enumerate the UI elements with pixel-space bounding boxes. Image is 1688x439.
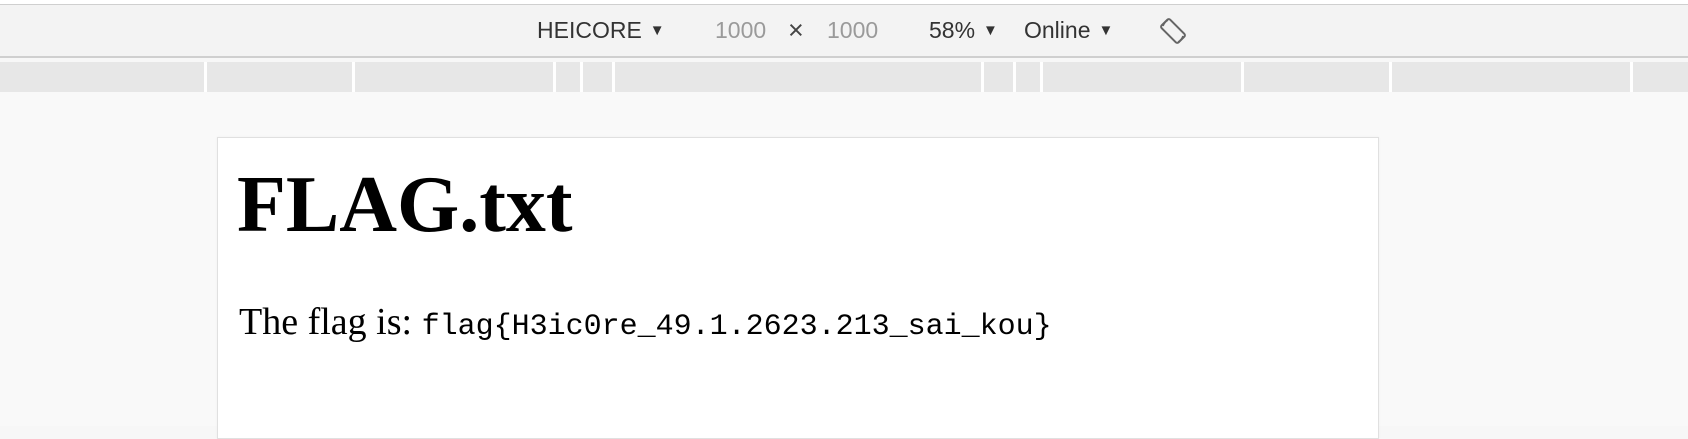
- dimension-times-icon: ×: [788, 15, 804, 45]
- network-throttle-select[interactable]: Online ▼: [1024, 5, 1113, 56]
- device-toolbar: HEICORE ▼ 1000 × 1000 58% ▼ Online ▼: [0, 5, 1688, 58]
- flag-line: The flag is: flag{H3ic0re_49.1.2623.213_…: [239, 300, 1052, 349]
- media-query-marker: [981, 62, 984, 92]
- media-query-marker: [1040, 62, 1043, 92]
- media-query-marker: [1241, 62, 1244, 92]
- zoom-select[interactable]: 58% ▼: [929, 5, 998, 56]
- flag-label: The flag is:: [239, 301, 422, 343]
- media-query-bar[interactable]: [0, 62, 1688, 92]
- zoom-label: 58%: [929, 17, 976, 43]
- network-label: Online: [1024, 17, 1091, 43]
- media-query-marker: [1630, 62, 1633, 92]
- viewport-height-input[interactable]: 1000: [827, 5, 878, 56]
- media-query-marker: [1389, 62, 1392, 92]
- media-query-marker: [1013, 62, 1016, 92]
- media-query-marker: [352, 62, 355, 92]
- media-query-marker: [612, 62, 615, 92]
- flag-value: flag{H3ic0re_49.1.2623.213_sai_kou}: [421, 310, 1052, 344]
- zoom-chevron-down-icon: ▼: [983, 22, 998, 39]
- emulated-page: FLAG.txt The flag is: flag{H3ic0re_49.1.…: [217, 137, 1379, 439]
- media-query-marker: [580, 62, 583, 92]
- viewport-width-input[interactable]: 1000: [715, 5, 766, 56]
- device-select[interactable]: HEICORE ▼: [537, 5, 665, 56]
- device-chevron-down-icon: ▼: [649, 22, 665, 39]
- network-chevron-down-icon: ▼: [1098, 22, 1114, 39]
- device-label: HEICORE: [537, 17, 642, 43]
- media-query-marker: [204, 62, 207, 92]
- rotate-device-icon[interactable]: [1158, 16, 1188, 46]
- page-title: FLAG.txt: [237, 161, 573, 249]
- media-query-marker: [553, 62, 556, 92]
